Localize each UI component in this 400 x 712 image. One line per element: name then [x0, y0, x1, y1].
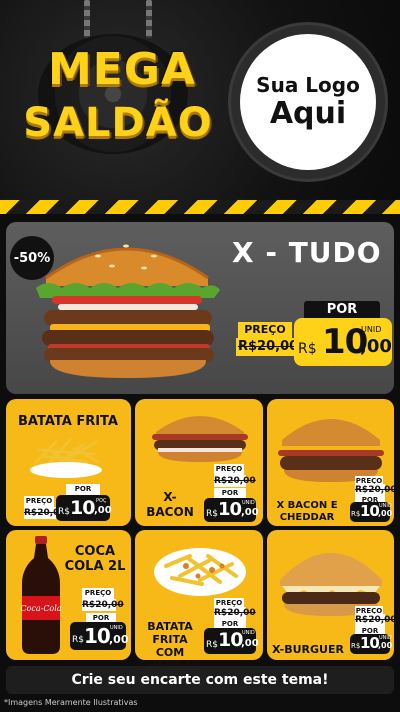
unit-label: UNID [110, 625, 123, 631]
hero-product-name: X - TUDO [232, 236, 382, 269]
product-name: COCA COLA 2L [64, 544, 126, 574]
currency: R$ [206, 509, 218, 519]
price-cents: ,00 [378, 509, 393, 518]
flyer: MEGA SALDÃO Sua Logo Aqui -50% X - TUDO … [0, 0, 400, 712]
currency: R$ [351, 510, 361, 518]
product-name: X- BACON [146, 490, 194, 519]
old-price: R$20,00 [82, 599, 124, 611]
logo-placeholder[interactable]: Sua Logo Aqui [240, 34, 376, 170]
preco-label: PREÇO [214, 464, 244, 475]
burger-icon [36, 244, 220, 378]
price-integer: 10 [360, 634, 380, 652]
hero-price-cents: ,00 [360, 336, 392, 357]
hero-por-label: POR [304, 301, 380, 318]
product-name: BATATA FRITA [18, 414, 118, 429]
price-cents: ,00 [378, 641, 393, 650]
fries-icon [30, 438, 102, 478]
hero-preco-label: PREÇO [238, 322, 292, 338]
chain-right [146, 0, 152, 38]
por-label: POR [66, 484, 100, 495]
logo-text-line2: Aqui [269, 96, 347, 131]
product-name: BATATA FRITA COM CHEDDAR [140, 620, 200, 672]
price-integer: 10 [218, 499, 242, 520]
unit-label: POÇ [96, 498, 107, 504]
cheddar-burger-icon [278, 419, 384, 482]
cheddar-fries-icon [154, 548, 246, 596]
unit-label: UNID [242, 630, 255, 636]
logo-text-line1: Sua Logo [256, 73, 360, 97]
header: MEGA SALDÃO Sua Logo Aqui [0, 0, 400, 200]
price-cents: ,00 [109, 633, 129, 646]
bacon-burger-icon [152, 416, 248, 462]
old-price: R$20,00 [24, 507, 66, 519]
hero-old-price: R$20,00 [238, 339, 299, 354]
discount-badge: -50% [10, 236, 54, 280]
price-cents: ,00 [94, 505, 112, 516]
price-cents: ,00 [241, 638, 259, 649]
unit-label: UNID [242, 500, 255, 506]
currency: R$ [206, 640, 218, 650]
hazard-stripe [0, 200, 400, 214]
svg-text:Coca-Cola: Coca-Cola [20, 604, 61, 613]
price-integer: 10 [84, 624, 111, 648]
preco-label: PREÇO [24, 496, 54, 507]
preco-label: PREÇO [82, 588, 114, 599]
price-integer: 10 [70, 497, 95, 519]
disclaimer-text: *Imagens Meramente Ilustrativas [4, 698, 138, 707]
product-name: X BACON E CHEDDAR [276, 500, 338, 523]
old-price: R$20,00 [355, 614, 397, 626]
price-integer: 10 [218, 629, 243, 651]
currency: R$ [72, 635, 84, 645]
title-mega: MEGA [47, 44, 196, 95]
hero-currency: R$ [298, 341, 317, 357]
currency: R$ [351, 642, 361, 650]
cta-banner[interactable]: Crie seu encarte com este tema! [6, 666, 394, 694]
soda-bottle-icon: Coca-Cola [20, 536, 62, 654]
title-saldao: SALDÃO [23, 100, 213, 146]
currency: R$ [58, 507, 70, 517]
old-price: R$20,00 [214, 475, 256, 487]
old-price: R$20,00 [214, 607, 256, 619]
product-name: X-BURGUER [272, 643, 344, 656]
price-integer: 10 [360, 502, 380, 520]
price-cents: ,00 [241, 507, 259, 518]
hero-unit-label: UNID [361, 325, 382, 334]
chain-left [84, 0, 90, 38]
